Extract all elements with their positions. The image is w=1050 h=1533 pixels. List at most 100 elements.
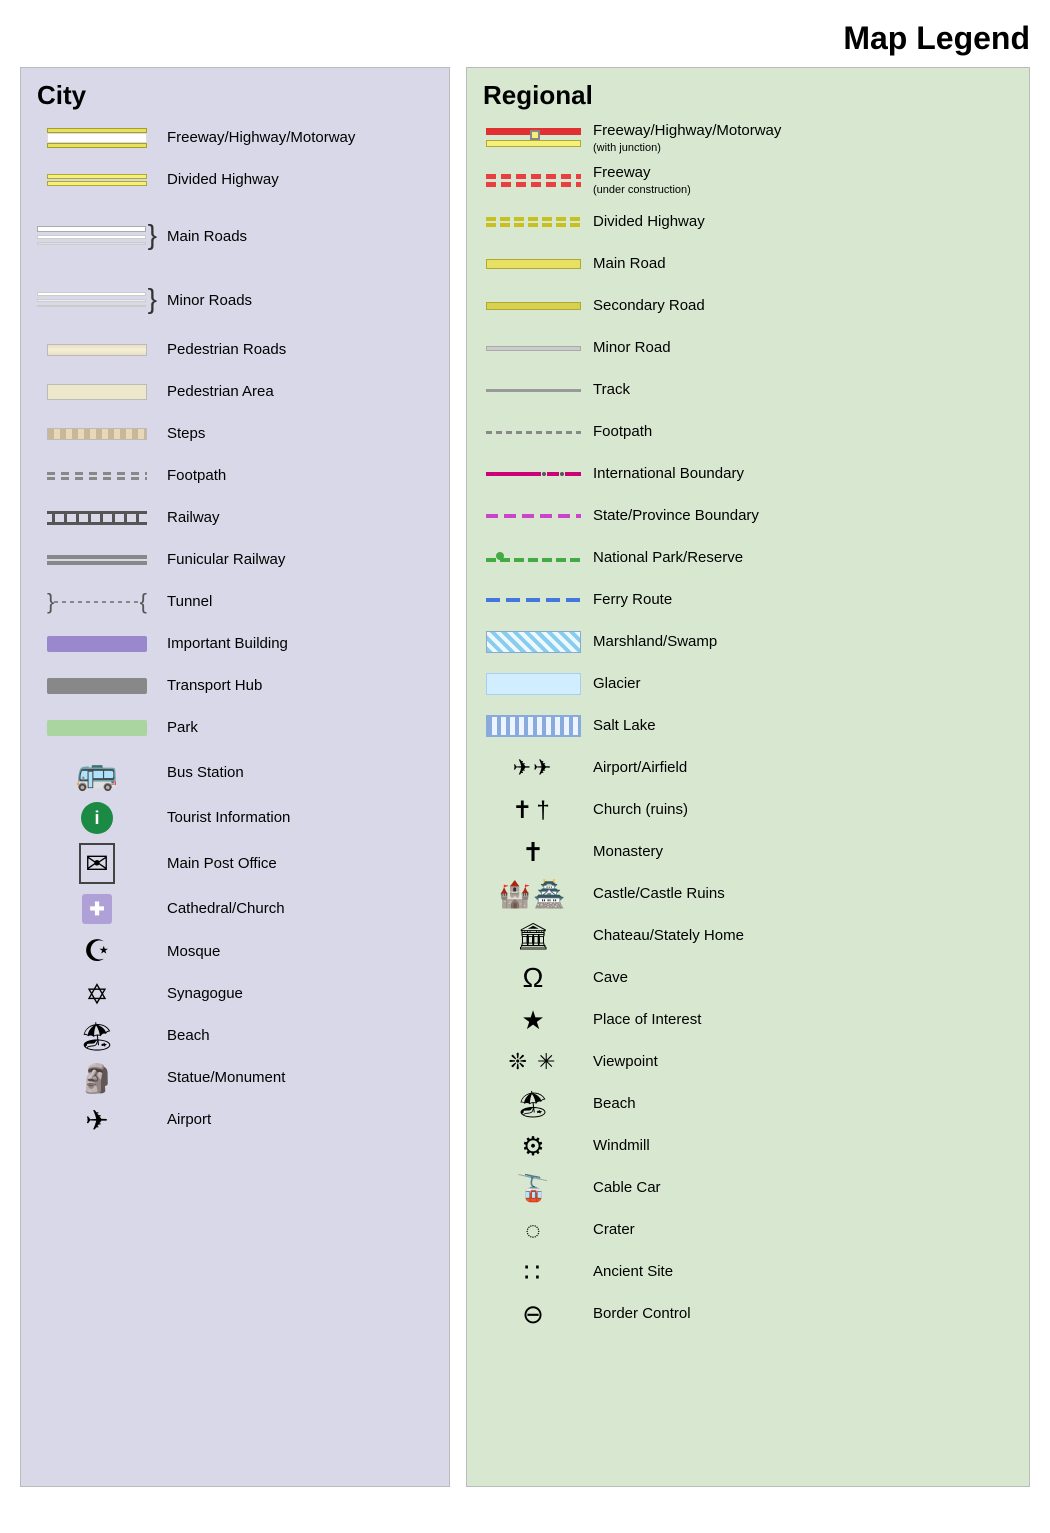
city-tunnel-row: } { Tunnel	[37, 585, 433, 619]
reg-freeway-uc-symbol	[483, 174, 583, 187]
city-heading: City	[37, 80, 433, 111]
reg-monastery-label: Monastery	[583, 842, 663, 862]
city-divhwy-row: Divided Highway	[37, 163, 433, 197]
reg-minorroad-icon	[486, 346, 581, 351]
reg-beach-row: 🏖 Beach	[483, 1087, 1013, 1121]
reg-poi-label: Place of Interest	[583, 1010, 701, 1030]
city-pedroads-symbol	[37, 344, 157, 356]
reg-cave-symbol: Ω	[483, 962, 583, 994]
city-cathedral-label: Cathedral/Church	[157, 899, 285, 919]
reg-ancient-row: ∷ Ancient Site	[483, 1255, 1013, 1289]
reg-cave-icon: Ω	[523, 962, 544, 994]
reg-freeway-uc-label: Freeway (under construction)	[583, 163, 691, 197]
city-mosque-icon: ☪	[84, 934, 111, 969]
reg-chateau-symbol: 🏛	[483, 921, 583, 952]
reg-natpark-row: National Park/Reserve	[483, 541, 1013, 575]
city-funicular-row: Funicular Railway	[37, 543, 433, 577]
city-tunnel-icon: } {	[47, 593, 147, 611]
reg-border-symbol: ⊖	[483, 1299, 583, 1330]
reg-glacier-row: Glacier	[483, 667, 1013, 701]
reg-windmill-label: Windmill	[583, 1136, 650, 1156]
reg-intlboundary-icon	[486, 470, 581, 478]
reg-church-row: ✝† Church (ruins)	[483, 793, 1013, 827]
reg-cablecar-row: 🚡 Cable Car	[483, 1171, 1013, 1205]
reg-footpath-label: Footpath	[583, 422, 652, 442]
city-cathedral-icon: ✚	[82, 894, 112, 924]
reg-ancient-icon: ∷	[524, 1257, 543, 1288]
regional-heading: Regional	[483, 80, 1013, 111]
reg-castle-label: Castle/Castle Ruins	[583, 884, 725, 904]
reg-footpath-row: Footpath	[483, 415, 1013, 449]
reg-airport-label: Airport/Airfield	[583, 758, 687, 778]
city-mosque-label: Mosque	[157, 942, 220, 962]
city-mainroads-icon: }	[37, 221, 157, 249]
reg-chateau-label: Chateau/Stately Home	[583, 926, 744, 946]
reg-crater-label: Crater	[583, 1220, 635, 1240]
city-minorroads-icon: }	[37, 285, 157, 313]
reg-saltlake-row: Salt Lake	[483, 709, 1013, 743]
city-divhwy-symbol	[37, 174, 157, 186]
city-tourist-info-icon: i	[81, 802, 113, 834]
reg-chateau-row: 🏛 Chateau/Stately Home	[483, 919, 1013, 953]
reg-glacier-label: Glacier	[583, 674, 641, 694]
reg-divhwy-row: Divided Highway	[483, 205, 1013, 239]
city-funicular-label: Funicular Railway	[157, 550, 285, 570]
reg-cablecar-icon: 🚡	[517, 1173, 549, 1204]
reg-viewpoint-symbol: ❊ ✳	[483, 1049, 583, 1075]
reg-track-label: Track	[583, 380, 630, 400]
page-title: Map Legend	[20, 20, 1030, 57]
reg-airport-symbol: ✈✈	[483, 755, 583, 781]
reg-viewpoint-icon: ❊ ✳	[509, 1049, 558, 1075]
city-railway-row: Railway	[37, 501, 433, 535]
city-mainroads-label: Main Roads	[157, 219, 247, 247]
reg-viewpoint-label: Viewpoint	[583, 1052, 658, 1072]
city-minorroads-symbol: }	[37, 281, 157, 313]
reg-chateau-icon: 🏛	[516, 921, 549, 952]
reg-border-label: Border Control	[583, 1304, 691, 1324]
city-pedarea-row: Pedestrian Area	[37, 375, 433, 409]
city-railway-label: Railway	[157, 508, 220, 528]
reg-windmill-icon: ⚙	[521, 1131, 544, 1162]
city-park-icon	[47, 720, 147, 736]
reg-ancient-symbol: ∷	[483, 1257, 583, 1288]
reg-monastery-symbol: ✝	[483, 837, 583, 868]
city-mainroads-symbol: }	[37, 217, 157, 249]
reg-intlboundary-symbol	[483, 470, 583, 478]
reg-secroad-row: Secondary Road	[483, 289, 1013, 323]
reg-track-icon	[486, 389, 581, 392]
reg-ferry-icon	[486, 598, 581, 602]
main-columns: City Freeway/Highway/Motorway	[20, 67, 1030, 1487]
city-beach-label: Beach	[157, 1026, 210, 1046]
city-airport-row: ✈ Airport	[37, 1103, 433, 1137]
city-mosque-row: ☪ Mosque	[37, 934, 433, 969]
reg-windmill-row: ⚙ Windmill	[483, 1129, 1013, 1163]
reg-intlboundary-label: International Boundary	[583, 464, 744, 484]
city-freeway-symbol	[37, 128, 157, 148]
reg-cave-label: Cave	[583, 968, 628, 988]
reg-church-label: Church (ruins)	[583, 800, 688, 820]
reg-crater-row: ◌ Crater	[483, 1213, 1013, 1247]
reg-saltlake-icon	[486, 715, 581, 737]
city-divhwy-label: Divided Highway	[157, 170, 279, 190]
reg-marsh-row: Marshland/Swamp	[483, 625, 1013, 659]
city-transport-icon	[47, 678, 147, 694]
city-pedroads-row: Pedestrian Roads	[37, 333, 433, 367]
city-transport-row: Transport Hub	[37, 669, 433, 703]
city-bus-icon: 🚌	[76, 753, 118, 793]
city-bus-row: 🚌 Bus Station	[37, 753, 433, 793]
city-footpath-label: Footpath	[157, 466, 226, 486]
city-statue-icon: 🗿	[80, 1062, 115, 1095]
city-post-icon: ✉	[79, 843, 114, 884]
reg-beach-icon: 🏖	[516, 1089, 549, 1120]
reg-freeway-label: Freeway/Highway/Motorway (with junction)	[583, 121, 781, 155]
reg-footpath-icon	[486, 431, 581, 434]
city-park-symbol	[37, 720, 157, 736]
reg-beach-symbol: 🏖	[483, 1089, 583, 1120]
reg-stateboundary-label: State/Province Boundary	[583, 506, 759, 526]
reg-natpark-label: National Park/Reserve	[583, 548, 743, 568]
city-railway-symbol	[37, 511, 157, 525]
reg-mainroad-row: Main Road	[483, 247, 1013, 281]
reg-windmill-symbol: ⚙	[483, 1131, 583, 1162]
reg-glacier-symbol	[483, 673, 583, 695]
reg-freeway-uc-icon	[486, 174, 581, 187]
